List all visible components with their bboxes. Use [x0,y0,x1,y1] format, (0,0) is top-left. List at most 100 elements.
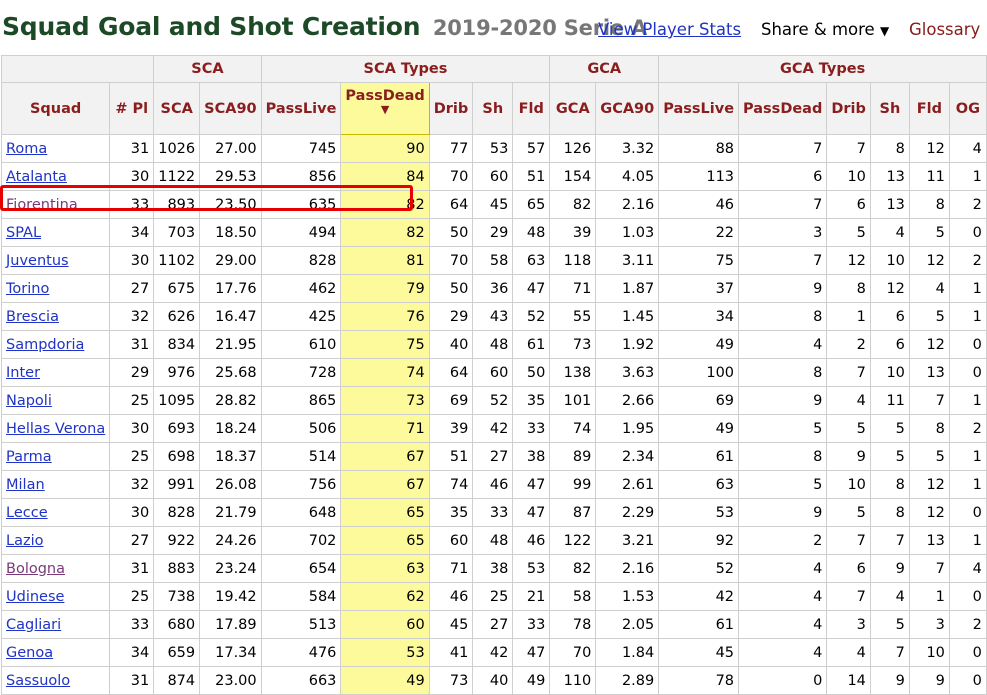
squad-link[interactable]: Sampdoria [6,337,84,353]
table-cell: 8 [869,134,910,163]
column-header-label: SCA [160,100,193,117]
column-header[interactable]: # Pl [109,82,155,135]
column-header[interactable]: OG [948,82,987,135]
table-cell: 874 [153,666,201,695]
table-cell: 31 [109,330,155,359]
table-cell: 53 [472,134,514,163]
table-cell: 76 [340,302,430,331]
column-header[interactable]: Fld [908,82,950,135]
table-cell: 57 [512,134,551,163]
squad-link[interactable]: Brescia [6,309,59,325]
squad-link[interactable]: Hellas Verona [6,421,105,437]
table-cell: 1 [948,274,987,303]
squad-link[interactable]: Roma [6,141,47,157]
table-cell: 122 [549,526,597,555]
table-cell: 834 [153,330,201,359]
column-header[interactable]: PassLive [260,82,342,135]
column-header[interactable]: Sh [472,82,514,135]
squad-link[interactable]: Bologna [6,561,65,577]
table-cell: 51 [428,442,474,471]
table-cell: 4 [826,386,871,415]
table-cell: 25 [109,582,155,611]
table-cell: 1 [948,470,987,499]
table-row: Sampdoria 31 834 21.95 610 75 40 48 61 73 1.92 49 4 2… [0,330,987,359]
column-header[interactable]: Drib [428,82,474,135]
table-cell: 5 [869,414,910,443]
squad-cell: Udinese [0,582,111,611]
table-cell: 19.42 [199,582,262,611]
squad-cell: Roma [0,134,111,163]
table-cell: 45 [472,190,514,219]
table-cell: 65 [340,498,430,527]
table-cell: 40 [428,330,474,359]
squad-link[interactable]: Parma [6,449,52,465]
table-cell: 2.61 [595,470,660,499]
table-cell: 9 [738,386,828,415]
squad-link[interactable]: Atalanta [6,169,67,185]
squad-cell: Juventus [0,246,111,275]
squad-link[interactable]: Lecce [6,505,48,521]
table-cell: 2 [948,610,987,639]
table-cell: 1.03 [595,218,660,247]
table-cell: 60 [340,610,430,639]
column-header[interactable]: Sh [869,82,910,135]
squad-cell: Torino [0,274,111,303]
column-header[interactable]: PassDead ▼ [340,82,430,135]
table-cell: 25 [109,386,155,415]
squad-link[interactable]: Fiorentina [6,197,78,213]
table-cell: 2 [738,526,828,555]
table-body: Roma 31 1026 27.00 745 90 77 53 57 126 3.32 88 7 7 8 12… [0,134,987,695]
column-header[interactable]: Fld [512,82,551,135]
squad-link[interactable]: Genoa [6,645,53,661]
view-player-stats-link[interactable]: View Player Stats [598,20,741,39]
column-header-label: Drib [831,100,866,117]
table-cell: 49 [512,666,551,695]
glossary-link[interactable]: Glossary [909,20,980,39]
squad-link[interactable]: Udinese [6,589,64,605]
table-cell: 37 [658,274,740,303]
table-cell: 3.32 [595,134,660,163]
squad-link[interactable]: Juventus [6,253,69,269]
squad-cell: Sampdoria [0,330,111,359]
table-cell: 1122 [153,162,201,191]
table-cell: 4 [948,134,987,163]
table-cell: 4.05 [595,162,660,191]
column-header[interactable]: GCA [549,82,597,135]
table-cell: 58 [549,582,597,611]
table-cell: 60 [428,526,474,555]
column-header[interactable]: PassDead [738,82,828,135]
squad-link[interactable]: Torino [6,281,49,297]
table-cell: 67 [340,442,430,471]
squad-link[interactable]: Lazio [6,533,43,549]
squad-link[interactable]: Milan [6,477,45,493]
table-cell: 17.34 [199,638,262,667]
squad-link[interactable]: SPAL [6,225,41,241]
table-cell: 39 [428,414,474,443]
table-cell: 2 [948,246,987,275]
squad-link[interactable]: Sassuolo [6,673,70,689]
column-header[interactable]: GCA90 [595,82,660,135]
table-cell: 4 [738,330,828,359]
table-cell: 49 [658,414,740,443]
table-cell: 756 [260,470,342,499]
table-cell: 1.95 [595,414,660,443]
column-header[interactable]: Drib [826,82,871,135]
table-row: SPAL 34 703 18.50 494 82 50 29 48 39 1.03 22 3 5 4 5 0 [0,218,987,247]
table-row: Atalanta 30 1122 29.53 856 84 70 60 51 154 4.05 113… [0,162,987,191]
column-header[interactable]: SCA90 [199,82,262,135]
table-cell: 8 [826,274,871,303]
squad-link[interactable]: Napoli [6,393,52,409]
group-header-sca: SCA [153,55,262,83]
squad-link[interactable]: Cagliari [6,617,61,633]
table-cell: 12 [908,470,950,499]
table-cell: 39 [549,218,597,247]
table-cell: 82 [549,190,597,219]
table-cell: 1.53 [595,582,660,611]
column-header[interactable]: Squad [0,82,111,135]
squad-link[interactable]: Inter [6,365,40,381]
column-header[interactable]: SCA [153,82,201,135]
table-cell: 745 [260,134,342,163]
table-cell: 25 [109,442,155,471]
share-and-more-menu[interactable]: Share & more ▼ [761,20,889,39]
column-header[interactable]: PassLive [658,82,740,135]
